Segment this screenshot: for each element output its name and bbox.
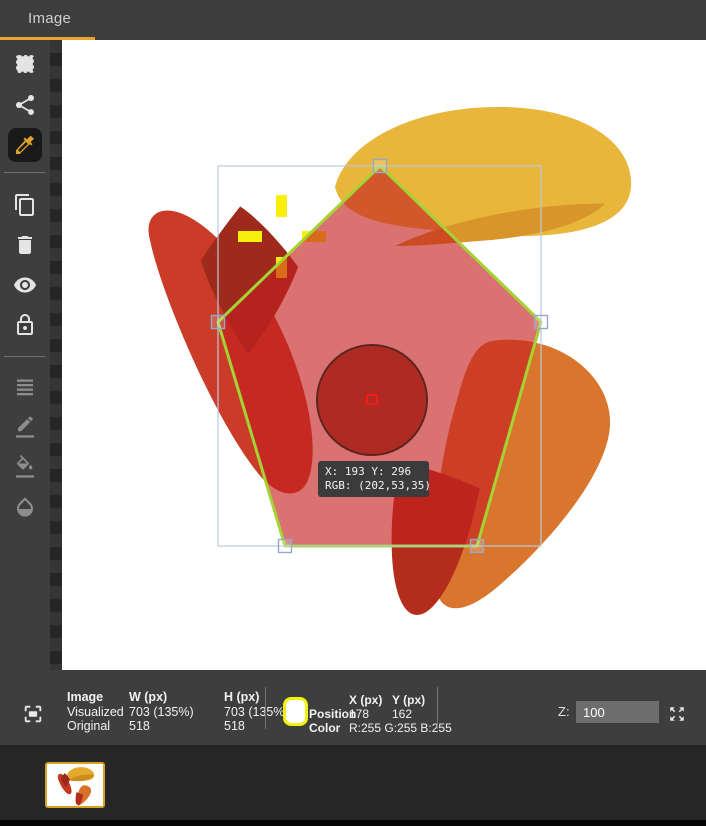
col-y-header: Y (px) xyxy=(392,693,426,707)
copy-button[interactable] xyxy=(13,193,37,217)
handle-left[interactable] xyxy=(210,314,226,330)
bottom-black-bar xyxy=(0,820,706,826)
eyedropper-icon xyxy=(16,135,35,154)
rail-divider xyxy=(4,356,46,357)
rail-divider xyxy=(4,172,46,173)
circle-annotation[interactable] xyxy=(316,344,428,456)
eye-icon xyxy=(14,277,36,293)
image-thumbnail[interactable] xyxy=(45,762,105,808)
copy-icon xyxy=(15,194,34,216)
picker-info-table: X (px) Y (px) Position 178 162 Color R:2… xyxy=(309,693,484,735)
image-table-title: Image xyxy=(67,690,104,704)
opacity-button[interactable] xyxy=(13,495,37,519)
position-x-value: 178 xyxy=(349,706,370,721)
center-focus-icon xyxy=(24,705,42,723)
delete-button[interactable] xyxy=(13,233,37,257)
expand-button[interactable] xyxy=(668,705,686,723)
share-tool-button[interactable] xyxy=(13,93,37,117)
layers-icon xyxy=(17,379,33,396)
color-rgb-value: R:255 G:255 B:255 xyxy=(349,720,452,735)
handle-right[interactable] xyxy=(533,314,549,330)
status-bar: Image W (px) H (px) Visualized 703 (135%… xyxy=(0,670,706,745)
tooltip-rgb: RGB: (202,53,35) xyxy=(325,479,431,492)
share-icon xyxy=(16,95,34,115)
marquee-select-icon xyxy=(16,55,34,73)
layers-button[interactable] xyxy=(13,375,37,399)
position-y-value: 162 xyxy=(392,706,413,721)
workspace-checker-strip xyxy=(50,40,62,670)
col-x-header: X (px) xyxy=(349,693,383,707)
canvas-artwork xyxy=(148,106,632,615)
color-label: Color xyxy=(309,720,341,735)
filmstrip xyxy=(0,745,706,820)
position-label: Position xyxy=(309,706,357,721)
row-original-w: 518 xyxy=(129,719,150,733)
trash-icon xyxy=(18,236,32,254)
visibility-button[interactable] xyxy=(13,273,37,297)
top-bar: Image xyxy=(0,0,706,40)
statusbar-divider xyxy=(437,687,438,729)
droplet-icon xyxy=(17,497,33,517)
thumb-petal-orange xyxy=(75,785,92,806)
handle-top[interactable] xyxy=(372,158,388,174)
row-visualized-label: Visualized xyxy=(67,704,124,719)
statusbar-divider xyxy=(265,687,266,729)
fill-icon xyxy=(16,455,34,478)
handle-bottom-right[interactable] xyxy=(469,538,485,554)
lock-button[interactable] xyxy=(13,313,37,337)
col-w-header: W (px) xyxy=(129,690,168,704)
pencil-icon xyxy=(16,416,34,438)
expand-icon xyxy=(670,707,684,721)
picked-color-swatch xyxy=(283,697,308,726)
image-canvas[interactable]: X: 193 Y: 296 RGB: (202,53,35) xyxy=(62,40,706,670)
fill-button[interactable] xyxy=(13,455,37,479)
tooltip-position: X: 193 Y: 296 xyxy=(325,465,412,478)
center-focus-button[interactable] xyxy=(22,703,44,725)
image-editor-app: Image X: 193 Y: 296 RGB: (202,53,35) Ima… xyxy=(0,0,706,826)
marquee-select-button[interactable] xyxy=(13,52,37,76)
eyedropper-button[interactable] xyxy=(8,128,42,162)
zoom-label: Z: xyxy=(558,704,570,719)
handle-bottom-left[interactable] xyxy=(277,538,293,554)
pixel-info-tooltip: X: 193 Y: 296 RGB: (202,53,35) xyxy=(318,461,431,497)
zoom-input[interactable] xyxy=(576,701,659,723)
thumbnail-artwork xyxy=(57,767,95,806)
thumb-petal-yellow xyxy=(67,767,95,784)
tab-image[interactable]: Image xyxy=(28,0,71,37)
lock-icon xyxy=(17,314,33,335)
row-original-label: Original xyxy=(67,719,111,733)
edit-button[interactable] xyxy=(13,415,37,439)
image-size-table: Image W (px) H (px) Visualized 703 (135%… xyxy=(67,690,314,734)
row-visualized-w: 703 (135%) xyxy=(129,704,194,719)
tool-sidebar xyxy=(0,40,50,670)
